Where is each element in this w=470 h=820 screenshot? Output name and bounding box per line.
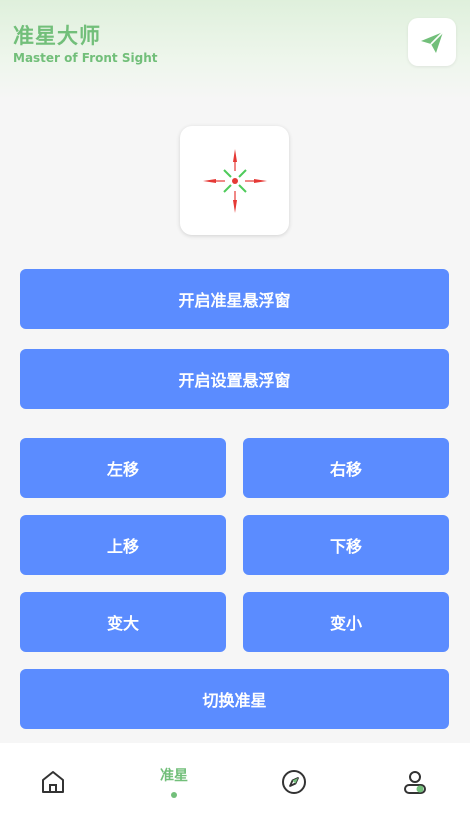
app-title: 准星大师: [13, 24, 101, 48]
tab-home[interactable]: [13, 743, 93, 820]
switch-crosshair-button[interactable]: 切换准星: [20, 669, 449, 729]
move-up-button[interactable]: 上移: [20, 515, 226, 575]
open-settings-overlay-button[interactable]: 开启设置悬浮窗: [20, 349, 449, 409]
move-down-button[interactable]: 下移: [243, 515, 449, 575]
tab-crosshair-label: 准星: [160, 768, 188, 784]
share-button[interactable]: [408, 18, 456, 66]
home-icon: [42, 770, 64, 793]
active-tab-dot: [171, 792, 177, 798]
profile-icon: [404, 770, 426, 794]
shrink-button[interactable]: 变小: [243, 592, 449, 652]
tab-discover[interactable]: [254, 743, 334, 820]
tab-profile[interactable]: [375, 743, 455, 820]
app-subtitle: Master of Front Sight: [13, 51, 158, 65]
move-left-button[interactable]: 左移: [20, 438, 226, 498]
move-right-button[interactable]: 右移: [243, 438, 449, 498]
paper-plane-icon: [421, 31, 444, 53]
open-crosshair-overlay-button[interactable]: 开启准星悬浮窗: [20, 269, 449, 329]
tab-crosshair[interactable]: 准星: [134, 743, 214, 820]
crosshair-preview: [180, 126, 289, 235]
header: 准星大师 Master of Front Sight: [0, 0, 470, 100]
enlarge-button[interactable]: 变大: [20, 592, 226, 652]
bottom-tab-bar: 准星: [0, 743, 470, 820]
crosshair-icon: [202, 148, 267, 213]
compass-icon: [282, 769, 306, 794]
